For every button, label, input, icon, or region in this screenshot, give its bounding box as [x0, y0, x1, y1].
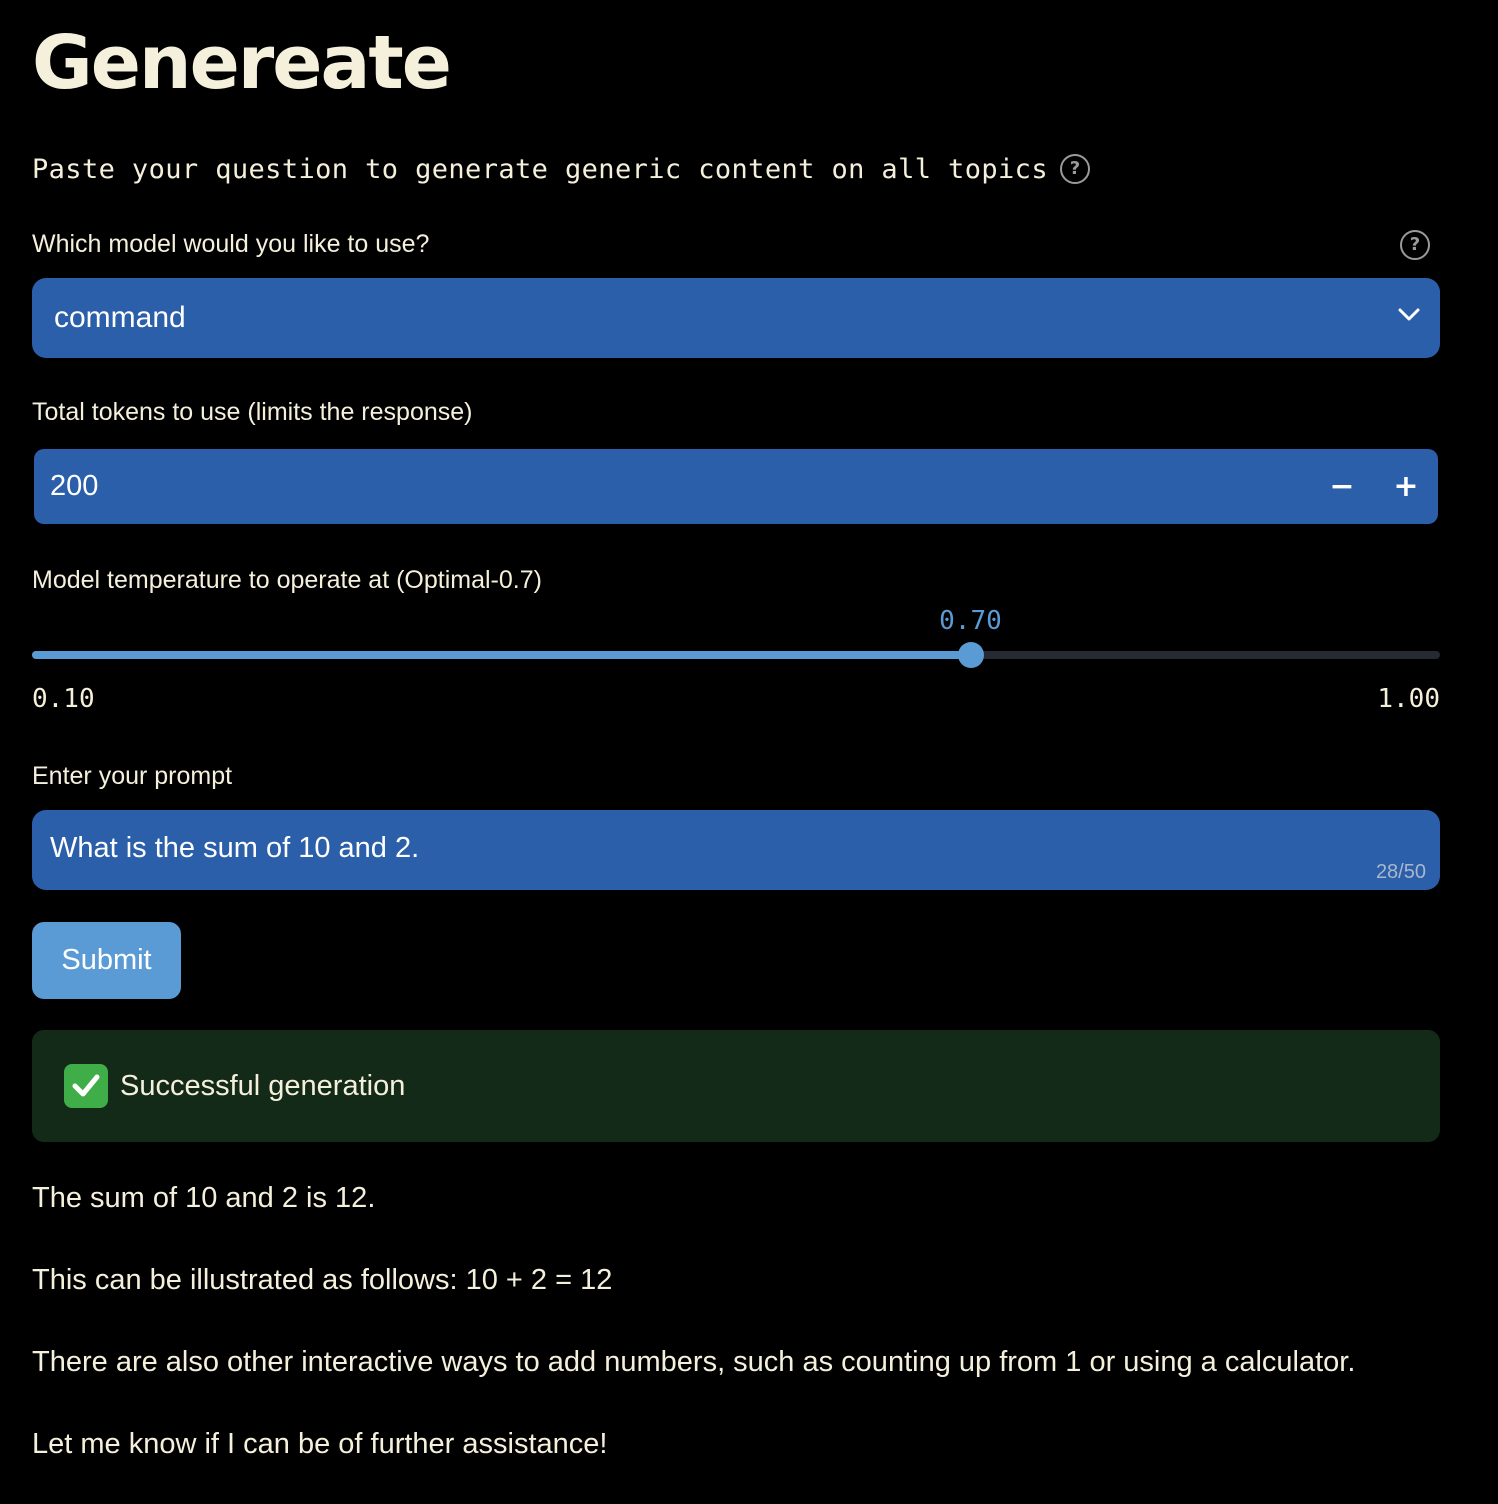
- tokens-input-label: Total tokens to use (limits the response…: [32, 398, 473, 426]
- increment-button[interactable]: +: [1374, 449, 1438, 524]
- success-message: Successful generation: [120, 1069, 406, 1102]
- response-paragraph: Let me know if I can be of further assis…: [32, 1428, 608, 1460]
- page-subtitle: Paste your question to generate generic …: [32, 153, 1048, 185]
- response-paragraph: The sum of 10 and 2 is 12.: [32, 1182, 376, 1214]
- prompt-input-value: What is the sum of 10 and 2.: [50, 832, 420, 864]
- slider-current-value: 0.70: [939, 606, 1002, 636]
- slider-min-value: 0.10: [32, 684, 95, 714]
- help-icon[interactable]: ?: [1059, 154, 1090, 184]
- chevron-down-icon: [1398, 308, 1420, 328]
- slider-fill: [32, 651, 971, 659]
- check-mark-icon: [64, 1064, 108, 1108]
- tokens-input[interactable]: 200: [50, 470, 1310, 503]
- temperature-slider-label: Model temperature to operate at (Optimal…: [32, 566, 542, 594]
- slider-thumb[interactable]: [957, 642, 984, 668]
- temperature-slider-track[interactable]: [32, 642, 1440, 668]
- model-help-icon[interactable]: ?: [1400, 230, 1430, 260]
- model-select[interactable]: command: [32, 278, 1440, 358]
- decrement-button[interactable]: −: [1310, 449, 1374, 524]
- submit-button[interactable]: Submit: [32, 922, 181, 999]
- char-counter: 28/50: [1375, 861, 1426, 883]
- response-paragraph: There are also other interactive ways to…: [32, 1346, 1356, 1378]
- tokens-number-field: 200 − +: [34, 449, 1438, 524]
- success-alert: Successful generation: [32, 1030, 1440, 1142]
- slider-max-value: 1.00: [1377, 684, 1440, 714]
- response-paragraph: This can be illustrated as follows: 10 +…: [32, 1264, 613, 1296]
- model-select-label: Which model would you like to use?: [32, 230, 430, 258]
- model-select-value: command: [54, 301, 186, 334]
- subtitle-row: Paste your question to generate generic …: [32, 150, 1090, 188]
- prompt-input-label: Enter your prompt: [32, 762, 233, 790]
- page-title: Genereate: [32, 20, 452, 106]
- prompt-input[interactable]: What is the sum of 10 and 2. 28/50: [32, 810, 1440, 890]
